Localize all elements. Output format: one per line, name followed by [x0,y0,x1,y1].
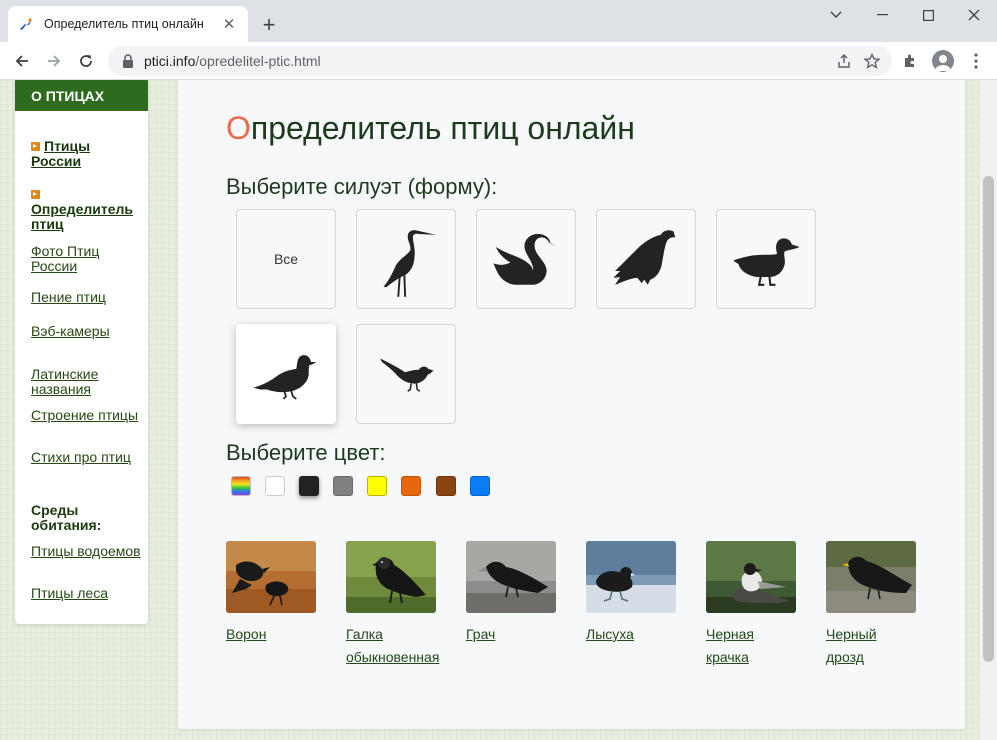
maximize-button[interactable] [905,0,951,30]
sidebar: О ПТИЦАХ Птицы России Определитель птиц … [15,80,148,624]
bullet-arrow-icon [31,190,40,199]
result-photo-coot[interactable] [586,541,676,613]
result-photo-raven[interactable] [226,541,316,613]
result-photo-rook[interactable] [466,541,556,613]
tab-title: Определитель птиц онлайн [44,17,204,31]
site-favicon-icon [18,16,34,32]
result-photo-blackbird[interactable] [826,541,916,613]
sidebar-link-anatomy[interactable]: Строение птицы [31,408,143,423]
page-scrollbar-thumb[interactable] [983,176,994,662]
result-name[interactable]: Черный дрозд [826,623,934,669]
result-photo-jackdaw[interactable] [346,541,436,613]
result-name[interactable]: Ворон [226,623,334,646]
result-name[interactable]: Галка обыкновенная [346,623,454,669]
tab-search-button[interactable] [813,0,859,30]
silhouette-heading: Выберите силуэт (форму): [226,174,498,199]
result-card[interactable]: Ворон [226,541,336,646]
avatar [932,50,954,72]
result-card[interactable]: Галка обыкновенная [346,541,456,669]
profile-button[interactable] [929,47,957,75]
color-swatch-yellow[interactable] [367,476,387,496]
result-card[interactable]: Грач [466,541,576,646]
back-button[interactable] [8,47,36,75]
eagle-silhouette-icon [613,230,676,285]
color-swatch-black[interactable] [299,476,319,496]
color-heading: Выберите цвет: [226,440,386,465]
reload-button[interactable] [72,47,100,75]
sidebar-habitat-heading: Среды обитания: [31,502,102,533]
tab-close-icon[interactable]: ✕ [220,15,238,33]
close-window-button[interactable] [951,0,997,30]
browser-toolbar: ptici.info/opredelitel-ptic.html [0,42,997,80]
forward-button[interactable] [40,47,68,75]
silhouette-pigeon-button[interactable] [236,324,336,424]
url-path: /opredelitel-ptic.html [195,53,321,69]
sidebar-link-identifier[interactable]: Определитель птиц [31,187,143,232]
color-swatch-brown[interactable] [436,476,456,496]
sidebar-link-latin-names[interactable]: Латинские названия [31,367,143,397]
result-name-line1: Грач [466,626,496,642]
sidebar-link-poems[interactable]: Стихи про птиц [31,450,143,465]
sidebar-link-forest-birds[interactable]: Птицы леса [31,586,143,601]
result-photo-black-tern[interactable] [706,541,796,613]
address-bar[interactable]: ptici.info/opredelitel-ptic.html [108,46,892,76]
url-text: ptici.info/opredelitel-ptic.html [144,53,830,69]
bookmark-star-icon[interactable] [858,47,886,75]
color-swatch-gray[interactable] [333,476,353,496]
result-name-line1: Лысуха [586,626,634,642]
sidebar-link-label: Определитель птиц [31,201,133,232]
silhouette-all-label: Все [273,251,299,267]
page-title: Определитель птиц онлайн [226,110,635,147]
color-swatch-blue[interactable] [470,476,490,496]
page-viewport: О ПТИЦАХ Птицы России Определитель птиц … [0,80,997,740]
bullet-arrow-icon [31,142,40,151]
share-icon[interactable] [830,47,858,75]
pigeon-silhouette-icon [253,355,317,400]
result-name[interactable]: Грач [466,623,574,646]
page-title-rest: пределитель птиц онлайн [250,110,635,146]
sidebar-link-photos[interactable]: Фото Птиц России [31,244,143,274]
result-card[interactable]: Черный дрозд [826,541,936,669]
silhouette-eagle-button[interactable] [596,209,696,309]
main-content: Определитель птиц онлайн Выберите силуэт… [178,80,965,729]
browser-menu-icon[interactable] [962,47,990,75]
new-tab-button[interactable]: + [256,12,282,38]
color-swatch-rainbow[interactable] [231,476,251,496]
browser-tab[interactable]: Определитель птиц онлайн ✕ [8,6,248,42]
sparrow-silhouette-icon [380,358,434,392]
result-name-line1: Черный [826,626,877,642]
color-swatch-orange[interactable] [401,476,421,496]
silhouette-duck-button[interactable] [716,209,816,309]
extensions-icon[interactable] [896,47,924,75]
minimize-button[interactable] [859,0,905,30]
result-name[interactable]: Черная крачка [706,623,814,669]
result-card[interactable]: Черная крачка [706,541,816,669]
result-name-line1: Черная [706,626,755,642]
result-name-line2: обыкновенная [346,649,440,665]
color-swatch-white[interactable] [265,476,285,496]
sidebar-header: О ПТИЦАХ [15,80,148,111]
silhouette-sparrow-button[interactable] [356,324,456,424]
swan-silhouette-icon [493,233,556,285]
duck-silhouette-icon [733,238,800,286]
result-name-line2: дрозд [826,649,864,665]
page-title-first-letter: О [226,110,251,146]
result-name[interactable]: Лысуха [586,623,694,646]
heron-silhouette-icon [383,230,437,297]
result-name-line2: крачка [706,649,749,665]
sidebar-link-birds-russia[interactable]: Птицы России [31,139,143,169]
result-name-line1: Галка [346,626,383,642]
silhouette-heron-button[interactable] [356,209,456,309]
result-card[interactable]: Лысуха [586,541,696,646]
lock-icon [122,54,134,68]
sidebar-link-birdsong[interactable]: Пение птиц [31,290,143,305]
tab-strip: Определитель птиц онлайн ✕ + [0,0,997,42]
sidebar-link-webcams[interactable]: Вэб-камеры [31,324,143,339]
sidebar-link-water-birds[interactable]: Птицы водоемов [31,544,143,559]
silhouette-swan-button[interactable] [476,209,576,309]
silhouette-all-button[interactable]: Все [236,209,336,309]
result-name-line1: Ворон [226,626,267,642]
url-domain: ptici.info [144,53,196,69]
